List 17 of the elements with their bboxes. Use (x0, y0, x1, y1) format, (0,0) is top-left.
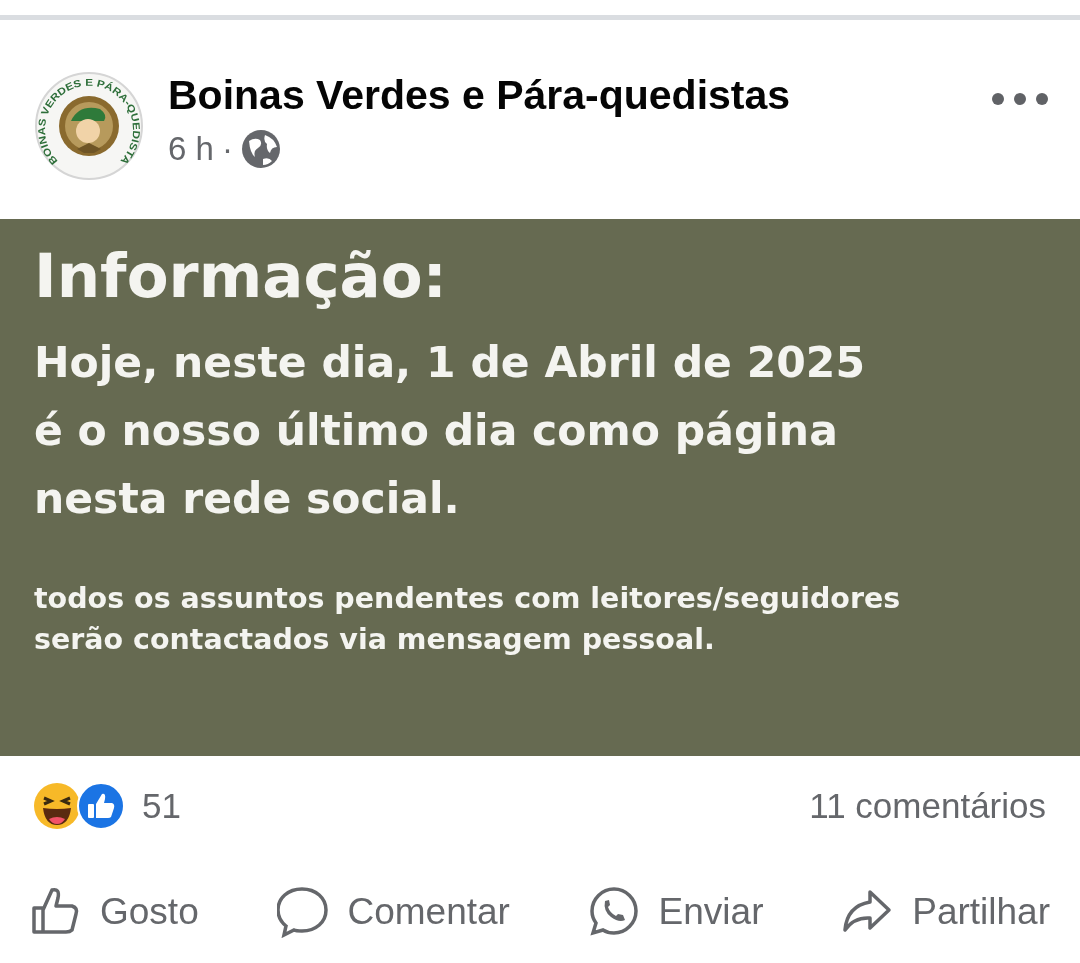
globe-icon (240, 128, 281, 169)
image-note: todos os assuntos pendentes com leitores/seguidores serão contactados via mensagem pessoal. (34, 581, 902, 658)
post-time[interactable]: 6 h (168, 124, 214, 174)
send-button[interactable]: Enviar (588, 884, 764, 940)
separator-dot: · (221, 129, 233, 170)
thumbs-up-icon (76, 781, 126, 831)
comment-count[interactable]: 11 comentários (809, 779, 1046, 833)
reaction-count[interactable]: 51 (142, 779, 181, 833)
page-name[interactable]: Boinas Verdes e Pára-quedistas (168, 71, 966, 121)
share-button[interactable]: Partilhar (842, 884, 1050, 940)
chat-phone-icon (588, 886, 641, 938)
speech-bubble-icon (277, 886, 330, 938)
comment-button[interactable]: Comentar (277, 884, 510, 940)
image-message: Hoje, neste dia, 1 de Abril de 2025 é o nosso último dia como página nesta rede social. (34, 337, 866, 526)
image-heading: Informação: (34, 241, 448, 312)
like-button[interactable]: Gosto (30, 884, 199, 940)
more-options-icon[interactable] (990, 91, 1050, 107)
